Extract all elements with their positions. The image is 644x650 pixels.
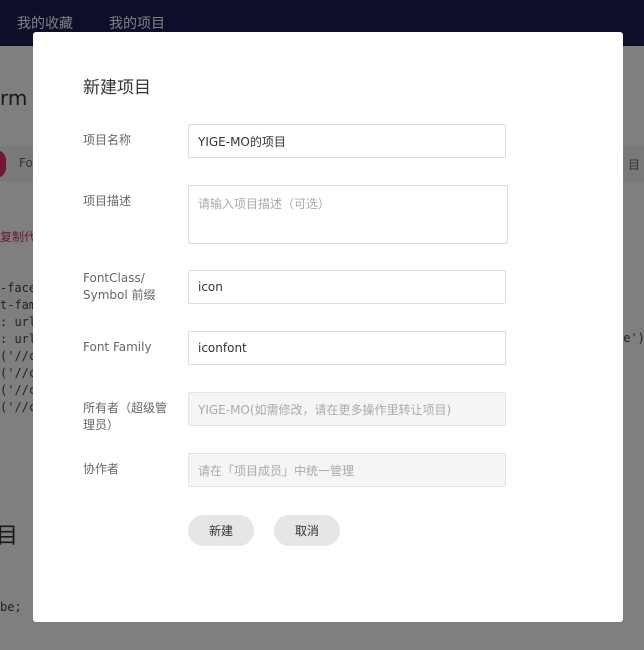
collaborators-input: 请在「项目成员」中统一管理 [188,453,506,487]
cancel-button[interactable]: 取消 [274,515,340,546]
prefix-label: FontClass/ Symbol 前缀 [83,271,156,302]
project-description-label: 项目描述 [83,194,132,208]
owner-input: YIGE-MO(如需修改，请在更多操作里转让项目) [188,392,506,426]
project-name-label: 项目名称 [83,133,132,147]
font-family-input[interactable]: iconfont [188,331,506,365]
project-name-input[interactable]: YIGE-MO的项目 [188,124,506,158]
collaborators-label: 协作者 [83,462,120,476]
project-description-input[interactable] [188,185,508,244]
create-button[interactable]: 新建 [188,515,254,546]
dialog-title: 新建项目 [83,78,151,98]
new-project-dialog: 新建项目 项目名称 YIGE-MO的项目 项目描述 FontClass/ Sym… [33,32,623,622]
prefix-input[interactable]: icon [188,270,506,304]
owner-label: 所有者（超级管理员） [83,401,168,432]
font-family-label: Font Family [83,340,152,354]
